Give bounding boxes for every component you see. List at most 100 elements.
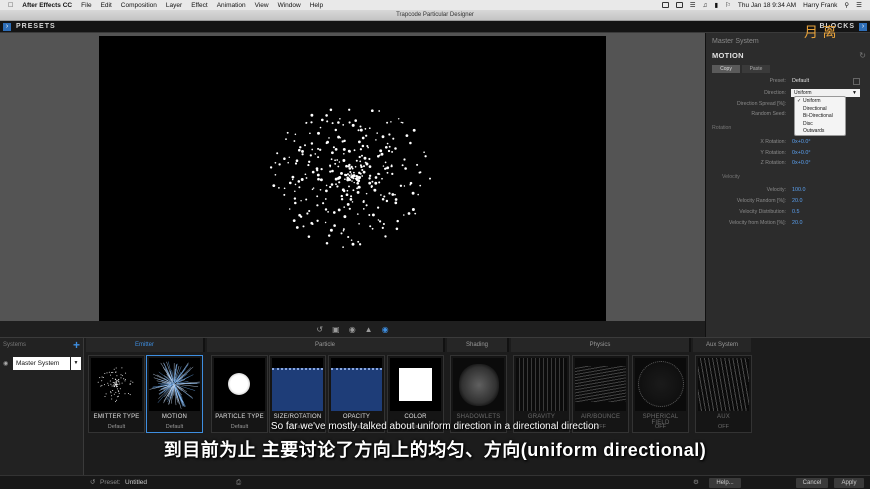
thumb-particle-dot <box>119 383 121 385</box>
menu-window[interactable]: Window <box>278 2 301 9</box>
particle-dot <box>361 168 364 172</box>
visibility-eye-icon[interactable]: ◉ <box>382 325 389 334</box>
category-particle[interactable]: Particle <box>207 338 445 352</box>
thumb-particle-dot <box>108 371 110 373</box>
status-icon[interactable] <box>675 2 683 8</box>
save-preset-icon[interactable]: ⎙ <box>236 476 241 489</box>
direction-option-disc[interactable]: Disc <box>795 121 845 129</box>
thumb-particle-dot <box>104 373 106 374</box>
presets-toggle-chevron-icon[interactable]: › <box>3 23 11 31</box>
settings-gear-icon[interactable]: ⚙ <box>693 476 699 489</box>
direction-option-bi-directional[interactable]: Bi-Directional <box>795 113 845 121</box>
category-shading[interactable]: Shading <box>447 338 509 352</box>
z-rotation-value[interactable]: 0x+0.0° <box>792 160 811 166</box>
reload-icon[interactable]: ↻ <box>859 51 866 60</box>
thumb-particle-dot <box>116 396 118 398</box>
menu-help[interactable]: Help <box>310 2 323 9</box>
particle-dot <box>344 173 347 177</box>
particle-dot <box>293 197 297 200</box>
menu-layer[interactable]: Layer <box>166 2 182 9</box>
particle-dot <box>295 226 299 229</box>
inspector-title: MOTION <box>712 51 744 60</box>
menu-edit[interactable]: Edit <box>101 2 112 9</box>
list-icon[interactable]: ☰ <box>856 1 862 9</box>
footer-preset-value[interactable]: Untitled <box>125 476 147 489</box>
particle-dot <box>391 150 394 153</box>
particle-dot <box>409 141 412 145</box>
volume-icon[interactable]: ♫ <box>703 2 708 9</box>
reset-view-icon[interactable]: ↺ <box>316 325 323 334</box>
y-rotation-value[interactable]: 0x+0.0° <box>792 150 811 156</box>
particle-dot <box>274 173 277 176</box>
reset-icon[interactable]: ↺ <box>90 476 95 489</box>
add-system-plus-icon[interactable]: + <box>73 338 80 352</box>
velocity-value[interactable]: 100.0 <box>792 187 806 193</box>
particle-dot <box>329 108 333 112</box>
thumb-particle-dot <box>113 368 115 370</box>
system-select[interactable]: Master System <box>13 357 70 370</box>
wifi-icon[interactable]: ☰ <box>690 1 696 9</box>
grid-icon[interactable]: ▲ <box>365 325 373 334</box>
particle-dot <box>377 206 380 209</box>
camera-icon[interactable]: ▣ <box>332 325 340 334</box>
menu-effect[interactable]: Effect <box>191 2 208 9</box>
category-aux-system[interactable]: Aux System <box>693 338 751 352</box>
particle-dot <box>327 211 329 213</box>
apple-icon[interactable]:  <box>8 2 13 9</box>
particle-dot <box>285 138 287 140</box>
motion-path-icon[interactable]: ◉ <box>349 325 356 334</box>
chevron-down-icon[interactable]: ▼ <box>71 357 81 370</box>
menubar-clock[interactable]: Thu Jan 18 9:34 AM <box>738 2 796 9</box>
category-emitter[interactable]: Emitter <box>86 338 205 352</box>
thumb-particle-dot <box>116 375 118 377</box>
battery-icon[interactable]: ▮ <box>715 1 719 9</box>
cancel-button[interactable]: Cancel <box>796 478 828 488</box>
category-physics[interactable]: Physics <box>511 338 691 352</box>
menu-app-name[interactable]: After Effects CC <box>22 2 72 9</box>
velocity-from-motion-value[interactable]: 20.0 <box>792 220 803 226</box>
menu-animation[interactable]: Animation <box>217 2 246 9</box>
particle-preview-viewport[interactable] <box>99 36 606 321</box>
particle-dot <box>348 174 351 177</box>
particle-dot <box>306 212 309 215</box>
menu-composition[interactable]: Composition <box>121 2 157 9</box>
status-icon[interactable] <box>661 2 669 8</box>
direction-option-uniform[interactable]: ✓ Uniform <box>795 98 845 106</box>
velocity-random-value[interactable]: 20.0 <box>792 198 803 204</box>
eye-icon[interactable]: ◉ <box>3 360 8 367</box>
menubar-user[interactable]: Harry Frank <box>803 2 837 9</box>
presets-label[interactable]: PRESETS <box>16 21 56 33</box>
particle-dot <box>359 160 362 163</box>
blocks-toggle-chevron-icon[interactable]: › <box>859 23 867 31</box>
copy-button[interactable]: Copy <box>712 65 740 73</box>
particle-dot <box>293 140 296 142</box>
apply-button[interactable]: Apply <box>834 478 864 488</box>
particle-dot <box>288 156 291 159</box>
preset-reset-checkbox[interactable] <box>853 78 860 85</box>
particle-dot <box>287 161 289 164</box>
inspector-panel: Master System MOTION Copy Paste ↻ Preset… <box>705 33 870 337</box>
particle-dot <box>382 165 385 167</box>
particle-dot <box>358 186 361 189</box>
flag-icon[interactable]: ⚐ <box>725 1 731 9</box>
menu-file[interactable]: File <box>81 2 91 9</box>
particle-dot <box>349 170 352 174</box>
particle-dot <box>304 173 307 176</box>
particle-dot <box>411 208 415 211</box>
menu-view[interactable]: View <box>255 2 269 9</box>
particle-dot <box>295 159 299 162</box>
thumb-particle-dot <box>119 388 121 390</box>
paste-button[interactable]: Paste <box>742 65 770 73</box>
preset-value[interactable]: Default <box>792 78 809 84</box>
direction-option-outwards[interactable]: Outwards <box>795 128 845 136</box>
search-icon[interactable]: ⚲ <box>844 1 849 9</box>
particle-dot <box>367 146 369 149</box>
help-button[interactable]: Help... <box>709 478 741 488</box>
direction-option-directional[interactable]: Directional <box>795 106 845 114</box>
particle-dot <box>378 173 381 175</box>
x-rotation-value[interactable]: 0x+0.0° <box>792 139 811 145</box>
velocity-distribution-value[interactable]: 0.5 <box>792 209 800 215</box>
particle-dot <box>371 180 374 183</box>
thumb-particle-dot <box>115 401 117 403</box>
particle-dot <box>347 173 349 176</box>
